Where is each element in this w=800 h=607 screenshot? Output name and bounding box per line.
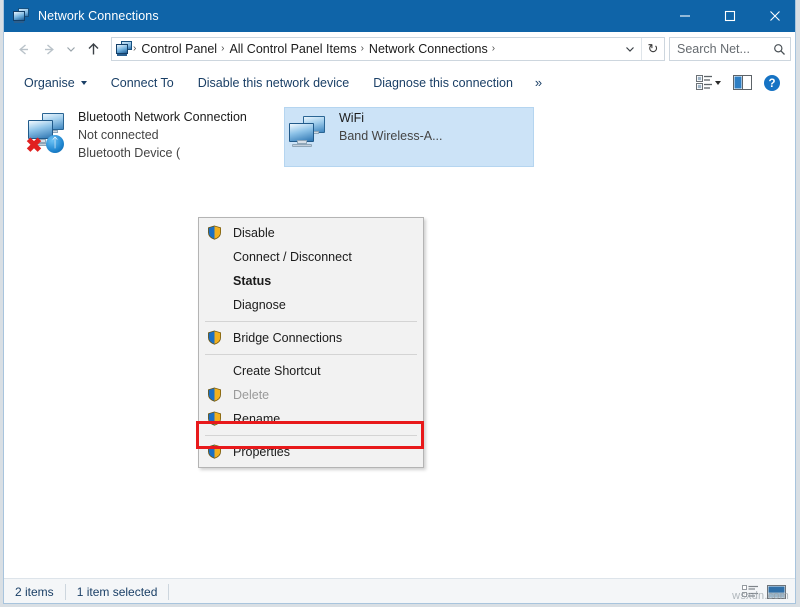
menu-item-label: Diagnose: [233, 293, 286, 317]
search-input-value: Search Net...: [677, 42, 768, 56]
menu-icon-placeholder: [207, 362, 225, 380]
close-button[interactable]: [752, 0, 796, 32]
menu-separator: [205, 321, 417, 322]
diagnose-this-connection-button[interactable]: Diagnose this connection: [361, 66, 525, 99]
command-toolbar: Organise Connect To Disable this network…: [4, 66, 796, 100]
connection-text-wifi: WiFi Band Wireless-A...: [339, 110, 533, 145]
menu-item-label: Rename: [233, 407, 280, 431]
uac-shield-icon: [207, 443, 225, 461]
menu-item-connect-disconnect[interactable]: Connect / Disconnect: [199, 245, 423, 269]
menu-item-label: Bridge Connections: [233, 326, 342, 350]
network-adapter-disconnected-icon: ✖ ᛏ: [24, 111, 74, 157]
menu-item-label: Connect / Disconnect: [233, 245, 352, 269]
back-arrow-icon[interactable]: [10, 36, 36, 62]
menu-item-disable[interactable]: Disable: [199, 221, 423, 245]
connection-text-bluetooth: Bluetooth Network Connection Not connect…: [78, 109, 274, 162]
connection-device: Band Wireless-A...: [339, 127, 533, 145]
organise-label: Organise: [24, 76, 75, 90]
search-input[interactable]: Search Net...: [669, 37, 791, 61]
forward-arrow-icon[interactable]: [36, 36, 62, 62]
menu-item-label: Properties: [233, 440, 290, 464]
menu-item-status[interactable]: Status: [199, 269, 423, 293]
uac-shield-icon: [207, 224, 225, 242]
menu-icon-placeholder: [207, 272, 225, 290]
uac-shield-icon: [207, 410, 225, 428]
menu-icon-placeholder: [207, 248, 225, 266]
disable-this-network-device-button[interactable]: Disable this network device: [186, 66, 361, 99]
chevron-down-icon[interactable]: [619, 38, 641, 60]
refresh-icon[interactable]: ↻: [641, 38, 664, 60]
minimize-button[interactable]: [662, 0, 707, 32]
menu-item-label: Delete: [233, 383, 269, 407]
menu-item-properties[interactable]: Properties: [199, 440, 423, 464]
network-connections-window: Network Connections: [3, 0, 796, 604]
breadcrumb-item-network-connections[interactable]: Network Connections: [366, 42, 491, 56]
help-icon[interactable]: ?: [757, 70, 787, 96]
status-bar: 2 items 1 item selected: [4, 578, 796, 604]
menu-item-label: Status: [233, 269, 271, 293]
menu-item-label: Create Shortcut: [233, 359, 321, 383]
context-menu: Disable Connect / Disconnect Status Diag…: [198, 217, 424, 468]
menu-item-label: Disable: [233, 221, 275, 245]
organise-button[interactable]: Organise: [12, 66, 99, 99]
connection-name: Bluetooth Network Connection: [78, 109, 274, 126]
svg-text:?: ?: [768, 78, 775, 90]
menu-item-create-shortcut[interactable]: Create Shortcut: [199, 359, 423, 383]
connections-list: ✖ ᛏ Bluetooth Network Connection Not con…: [4, 99, 796, 578]
menu-separator: [205, 354, 417, 355]
uac-shield-icon: [207, 329, 225, 347]
connection-item-bluetooth[interactable]: ✖ ᛏ Bluetooth Network Connection Not con…: [24, 107, 274, 167]
connection-status: Not connected: [78, 126, 274, 144]
menu-item-delete: Delete: [199, 383, 423, 407]
title-bar: Network Connections: [4, 0, 796, 32]
search-icon[interactable]: [768, 38, 790, 60]
menu-item-rename[interactable]: Rename: [199, 407, 423, 431]
connection-name: WiFi: [339, 110, 533, 127]
network-adapter-icon: [285, 112, 335, 158]
menu-icon-placeholder: [207, 296, 225, 314]
toolbar-right-group: ?: [689, 70, 796, 96]
breadcrumb-root-icon: [116, 41, 132, 57]
connection-device: Bluetooth Device (: [78, 144, 274, 162]
preview-pane-icon[interactable]: [727, 70, 757, 96]
view-options-chevron-down-icon[interactable]: [715, 81, 721, 85]
maximize-button[interactable]: [707, 0, 752, 32]
chevron-down-icon: [81, 81, 87, 85]
window-title: Network Connections: [38, 9, 159, 23]
large-icons-view-icon[interactable]: [763, 581, 789, 603]
status-view-buttons: [737, 581, 796, 603]
connect-to-button[interactable]: Connect To: [99, 66, 186, 99]
menu-item-bridge-connections[interactable]: Bridge Connections: [199, 326, 423, 350]
up-arrow-icon[interactable]: [80, 36, 106, 62]
menu-separator: [205, 435, 417, 436]
bluetooth-badge-icon: ᛏ: [46, 135, 64, 153]
uac-shield-icon: [207, 386, 225, 404]
caption-buttons: [662, 0, 796, 32]
connection-item-wifi[interactable]: WiFi Band Wireless-A...: [284, 107, 534, 167]
status-selection: 1 item selected: [66, 583, 169, 601]
status-item-count: 2 items: [4, 583, 65, 601]
breadcrumb-item-control-panel[interactable]: Control Panel: [138, 42, 220, 56]
menu-item-diagnose[interactable]: Diagnose: [199, 293, 423, 317]
recent-locations-chevron-icon[interactable]: [62, 36, 80, 62]
details-view-icon[interactable]: [737, 581, 763, 603]
breadcrumb-separator: ›: [491, 44, 497, 54]
address-bar-row: › Control Panel › All Control Panel Item…: [4, 32, 796, 66]
status-divider: [168, 584, 169, 600]
toolbar-overflow-button[interactable]: »: [525, 66, 552, 99]
error-x-icon: ✖: [25, 137, 43, 155]
network-connections-icon: [13, 8, 29, 24]
address-bar[interactable]: › Control Panel › All Control Panel Item…: [111, 37, 665, 61]
breadcrumb-item-all-control-panel-items[interactable]: All Control Panel Items: [226, 42, 359, 56]
